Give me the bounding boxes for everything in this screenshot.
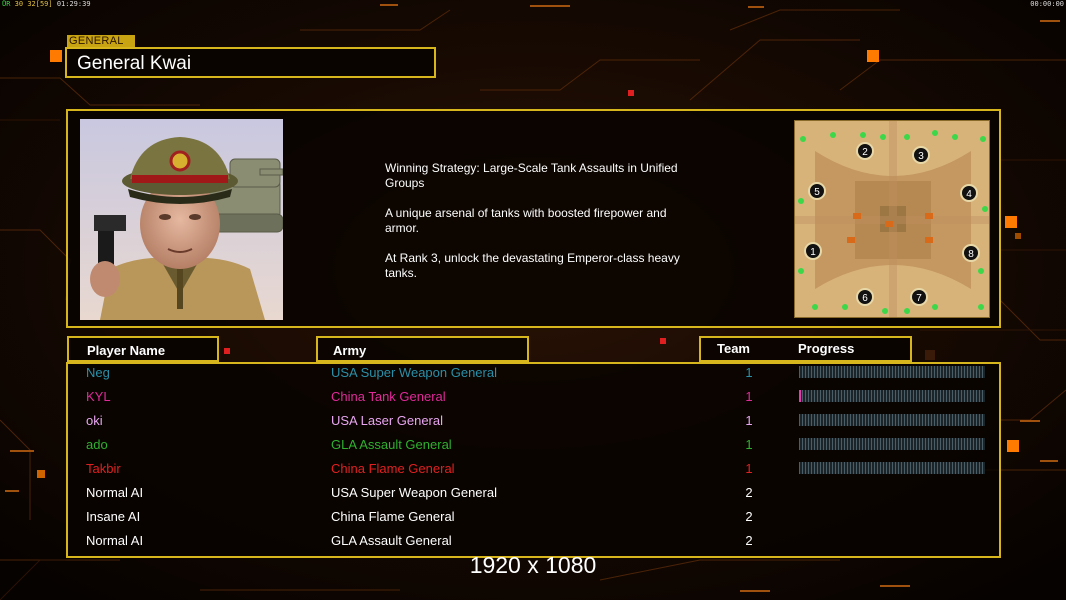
map-slot-label: 6: [862, 293, 868, 304]
header-player-label: Player Name: [87, 343, 166, 358]
header-team-label: Team: [717, 341, 750, 356]
army-cell: China Tank General: [331, 389, 446, 404]
team-cell: 2: [745, 533, 753, 548]
table-row[interactable]: Normal AI GLA Assault General 2: [68, 530, 998, 554]
map-start-position[interactable]: 7: [910, 288, 928, 306]
player-name-cell: oki: [86, 413, 103, 428]
map-start-position[interactable]: 1: [804, 242, 822, 260]
table-row[interactable]: Takbir China Flame General 1: [68, 458, 998, 482]
map-start-position[interactable]: 3: [912, 146, 930, 164]
general-name-box: General Kwai: [65, 47, 436, 78]
header-army-label: Army: [333, 343, 367, 358]
team-cell: 2: [745, 509, 753, 524]
hud-prefix: ŮR: [2, 0, 11, 8]
team-cell: 2: [745, 485, 753, 500]
table-row[interactable]: Neg USA Super Weapon General 1: [68, 362, 998, 386]
player-name-cell: Neg: [86, 365, 110, 380]
map-start-position[interactable]: 6: [856, 288, 874, 306]
progress-fill: [799, 390, 801, 402]
header-army: Army: [316, 336, 529, 362]
map-slot-label: 5: [814, 187, 820, 198]
header-team-progress: Team Progress: [699, 336, 912, 362]
team-cell: 1: [745, 413, 753, 428]
general-name: General Kwai: [77, 53, 192, 74]
army-cell: USA Super Weapon General: [331, 365, 497, 380]
header-player-name: Player Name: [67, 336, 219, 362]
minimap-image[interactable]: 1 2 3 4 5 6 7 8: [794, 120, 990, 318]
army-cell: USA Laser General: [331, 413, 444, 428]
hud-fps-bracket: [59]: [35, 0, 53, 8]
general-section-label: GENERAL: [67, 35, 135, 47]
map-slot-label: 8: [968, 249, 974, 260]
player-name-cell: Normal AI: [86, 485, 144, 500]
map-slot-label: 7: [916, 293, 922, 304]
map-slot-label: 3: [918, 151, 924, 162]
progress-bar: [799, 366, 985, 378]
map-start-position[interactable]: 2: [856, 142, 874, 160]
progress-bar: [799, 390, 985, 402]
hud-right-clock: 00:00:00: [1030, 0, 1064, 8]
map-start-position[interactable]: 5: [808, 182, 826, 200]
hud-clock: 01:29:39: [56, 0, 91, 8]
army-cell: USA Super Weapon General: [331, 485, 497, 500]
progress-bar: [799, 438, 985, 450]
table-row[interactable]: Insane AI China Flame General 2: [68, 506, 998, 530]
resolution-label: 1920 x 1080: [469, 552, 597, 578]
header-progress-label: Progress: [798, 341, 855, 356]
table-row[interactable]: ado GLA Assault General 1: [68, 434, 998, 458]
hud-stats: ŮR 30 32[59] 01:29:39: [2, 0, 91, 8]
map-slot-label: 4: [966, 189, 972, 200]
player-name-cell: KYL: [86, 389, 111, 404]
progress-bar: [799, 414, 985, 426]
army-cell: GLA Assault General: [331, 437, 452, 452]
general-portrait-image: [80, 119, 283, 320]
progress-bar: [799, 462, 985, 474]
player-name-cell: Normal AI: [86, 533, 144, 548]
map-start-position[interactable]: 8: [962, 244, 980, 262]
team-cell: 1: [745, 365, 753, 380]
player-name-cell: ado: [86, 437, 108, 452]
table-row[interactable]: KYL China Tank General 1: [68, 386, 998, 410]
map-slot-label: 1: [810, 247, 816, 258]
map-start-position[interactable]: 4: [960, 184, 978, 202]
table-row[interactable]: oki USA Laser General 1: [68, 410, 998, 434]
player-name-cell: Takbir: [86, 461, 121, 476]
table-row[interactable]: Normal AI USA Super Weapon General 2: [68, 482, 998, 506]
army-cell: GLA Assault General: [331, 533, 452, 548]
army-cell: China Flame General: [331, 509, 455, 524]
hud-fps: 30: [14, 0, 24, 8]
team-cell: 1: [745, 461, 753, 476]
hud-fps-cap: 32: [27, 0, 36, 8]
army-cell: China Flame General: [331, 461, 455, 476]
team-cell: 1: [745, 389, 753, 404]
map-slot-label: 2: [862, 147, 868, 158]
team-cell: 1: [745, 437, 753, 452]
general-description: Winning Strategy: Large-Scale Tank Assau…: [385, 161, 680, 280]
player-name-cell: Insane AI: [86, 509, 141, 524]
